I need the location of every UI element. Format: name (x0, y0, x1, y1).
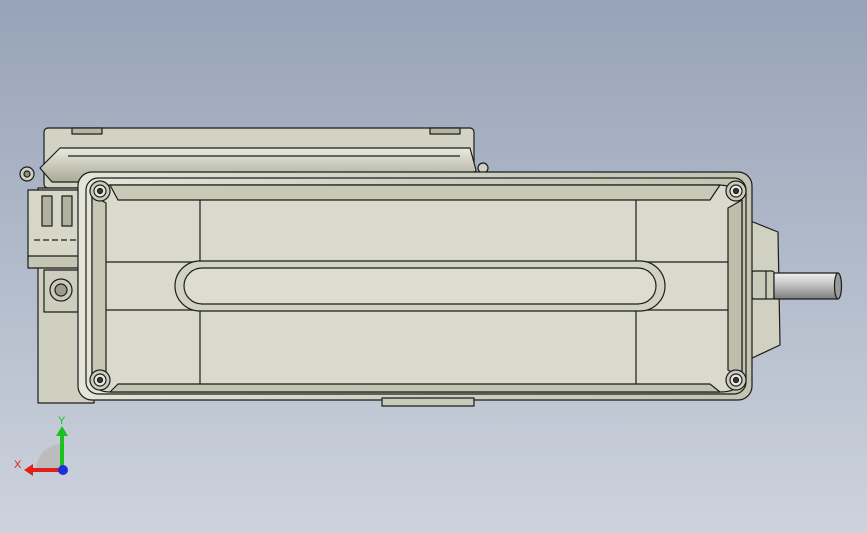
corner-screw-top-left[interactable] (89, 180, 111, 202)
triad-y-label: Y (58, 415, 66, 427)
grounding-terminal[interactable] (49, 278, 73, 302)
corner-screw-top-right[interactable] (725, 180, 747, 202)
output-shaft[interactable] (751, 270, 843, 300)
z-axis-dot (58, 465, 68, 475)
cad-canvas[interactable]: X Y (0, 0, 867, 533)
motor-body[interactable] (77, 171, 753, 407)
triad-x-label: X (14, 459, 22, 471)
corner-screw-bottom-left[interactable] (89, 369, 111, 391)
cad-viewport[interactable]: X Y (0, 0, 867, 533)
corner-screw-bottom-right[interactable] (725, 369, 747, 391)
